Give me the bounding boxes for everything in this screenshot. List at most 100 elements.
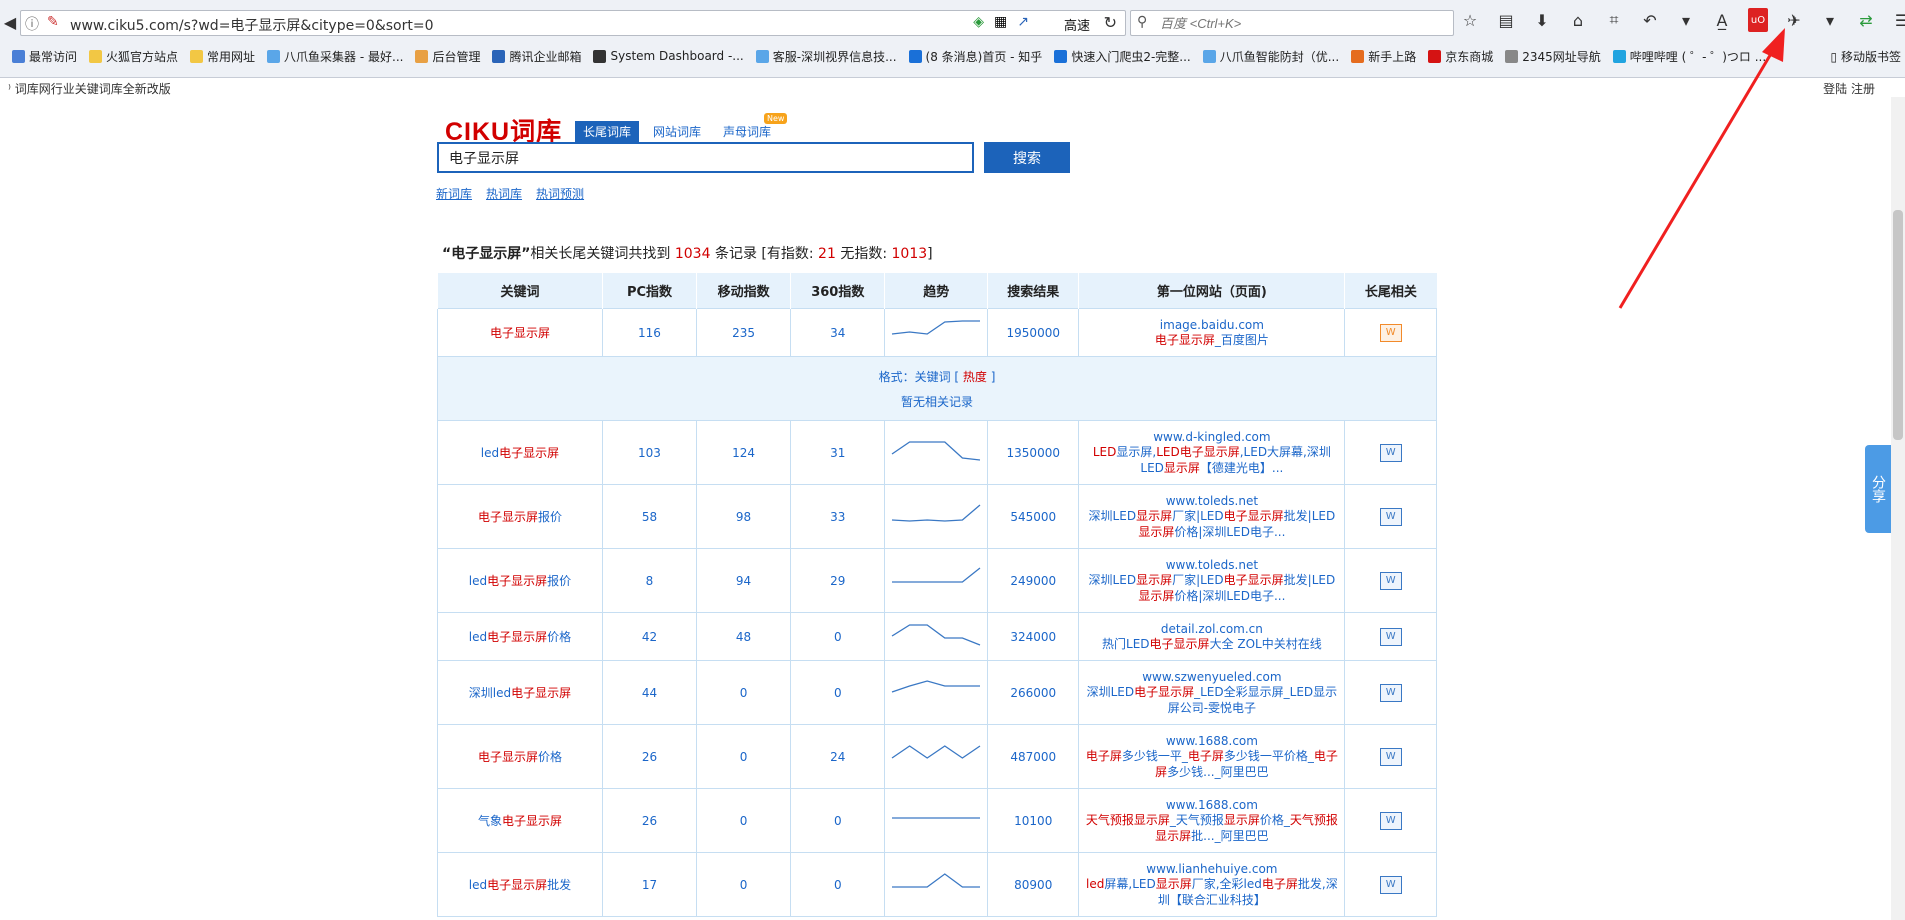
bookmark-item[interactable]: 新手上路 bbox=[1351, 48, 1416, 65]
new-badge: New bbox=[764, 113, 788, 124]
site-title-link[interactable]: 电子屏多少钱一平_电子屏多少钱一平价格_电子屏多少钱..._阿里巴巴 bbox=[1079, 748, 1344, 780]
bookmark-item[interactable]: 最常访问 bbox=[12, 48, 77, 65]
keyword-link[interactable]: led电子显示屏批发 bbox=[469, 878, 571, 892]
keyword-cell: led电子显示屏价格 bbox=[437, 612, 603, 661]
site-domain-link[interactable]: image.baidu.com bbox=[1079, 318, 1344, 332]
table-row: 气象电子显示屏 26 0 0 10100 www.1688.com 天气预报显示屏_天气预报… bbox=[437, 788, 1437, 853]
bookmark-item[interactable]: 常用网址 bbox=[190, 48, 255, 65]
keyword-link[interactable]: led电子显示屏 bbox=[481, 446, 559, 460]
ublock-icon[interactable]: uO bbox=[1748, 8, 1768, 32]
wifi-icon: ⁾ bbox=[8, 82, 11, 96]
site-title-link[interactable]: led屏幕,LED显示屏厂家,全彩led电子屏批发,深圳【联合汇业科技】 bbox=[1079, 876, 1344, 908]
url-bar[interactable]: ⓘ ✎ www.ciku5.com/s?wd=电子显示屏&citype=0&so… bbox=[20, 10, 1126, 36]
summary-text-1: 相关长尾关键词共找到 bbox=[530, 246, 671, 262]
speed-icon[interactable]: ↗ bbox=[1017, 14, 1029, 30]
text-segment: 报价 bbox=[537, 510, 562, 524]
tab-website[interactable]: 网站词库 bbox=[645, 121, 709, 143]
bookmark-item[interactable]: 快速入门爬虫2-完整... bbox=[1054, 48, 1191, 65]
site-title-link[interactable]: 电子显示屏_百度图片 bbox=[1079, 332, 1344, 348]
longtail-word-icon[interactable]: W bbox=[1379, 627, 1402, 646]
keyword-link[interactable]: 电子显示屏报价 bbox=[478, 510, 562, 524]
site-title-link[interactable]: 天气预报显示屏_天气预报显示屏价格_天气预报显示屏批..._阿里巴巴 bbox=[1079, 812, 1344, 844]
longtail-word-icon[interactable]: W bbox=[1379, 507, 1402, 526]
crop-icon[interactable]: ⌗ bbox=[1604, 8, 1624, 32]
bookmark-item[interactable]: 八爪鱼采集器 - 最好... bbox=[267, 48, 403, 65]
refresh-icon[interactable]: ↻ bbox=[1104, 13, 1117, 32]
site-domain-link[interactable]: www.toleds.net bbox=[1079, 494, 1344, 508]
scrollbar[interactable] bbox=[1891, 97, 1905, 920]
download-icon[interactable]: ⬇ bbox=[1532, 8, 1552, 32]
qrcode-icon[interactable]: ▦ bbox=[994, 14, 1007, 30]
bookmark-item[interactable]: (8 条消息)首页 - 知乎 bbox=[908, 48, 1042, 65]
back-icon[interactable]: ◀ bbox=[0, 10, 20, 34]
hot-words-link[interactable]: 热词库 bbox=[486, 185, 522, 202]
longtail-word-icon[interactable]: W bbox=[1379, 875, 1402, 894]
site-domain-link[interactable]: detail.zol.com.cn bbox=[1079, 622, 1344, 636]
bookmark-item[interactable]: 客服-深圳视界信息技... bbox=[755, 48, 897, 65]
keyword-link[interactable]: 电子显示屏价格 bbox=[478, 750, 562, 764]
undo-icon[interactable]: ↶ bbox=[1640, 8, 1660, 32]
bookmark-item[interactable]: 京东商城 bbox=[1428, 48, 1493, 65]
browser-search-input[interactable] bbox=[1158, 13, 1442, 33]
share-tab[interactable]: 分享 bbox=[1865, 445, 1891, 533]
longtail-word-icon[interactable]: W bbox=[1379, 571, 1402, 590]
shield-icon[interactable]: ◈ bbox=[973, 14, 984, 30]
longtail-word-icon[interactable]: W bbox=[1379, 811, 1402, 830]
tab-longtail[interactable]: 长尾词库 bbox=[575, 121, 640, 143]
bookmark-item[interactable]: 火狐官方站点 bbox=[89, 48, 178, 65]
login-register-link[interactable]: 登陆 注册 bbox=[1823, 80, 1875, 97]
url-text[interactable]: www.ciku5.com/s?wd=电子显示屏&citype=0&sort=0 bbox=[70, 15, 434, 35]
extension-icon[interactable]: ✈ bbox=[1784, 8, 1804, 32]
summary-text-3: 无指数: bbox=[840, 246, 888, 262]
bookmark-label: 客服-深圳视界信息技... bbox=[772, 49, 897, 64]
bookmark-item[interactable]: 哔哩哔哩 ( ゜- ゜)つロ ... bbox=[1612, 48, 1766, 65]
site-title-link[interactable]: 深圳LED电子显示屏_LED全彩显示屏_LED显示屏公司-雯悦电子 bbox=[1079, 684, 1344, 716]
reading-list-icon[interactable]: ▤ bbox=[1496, 8, 1516, 32]
site-title-link[interactable]: 深圳LED显示屏厂家|LED电子显示屏批发|LED 显示屏价格|深圳LED电子..… bbox=[1079, 508, 1344, 540]
keyword-link[interactable]: led电子显示屏报价 bbox=[469, 574, 571, 588]
star-icon[interactable]: ☆ bbox=[1460, 8, 1480, 32]
site-notice[interactable]: ⁾ 词库网行业关键词库全新改版 bbox=[8, 80, 171, 97]
search-button[interactable]: 搜索 bbox=[984, 142, 1070, 173]
site-domain-link[interactable]: www.szwenyueled.com bbox=[1079, 670, 1344, 684]
new-words-link[interactable]: 新词库 bbox=[436, 185, 472, 202]
info-icon[interactable]: ⓘ bbox=[25, 14, 39, 34]
tab-initials[interactable]: 声母词库 bbox=[715, 121, 779, 143]
site-domain-link[interactable]: www.lianhehuiye.com bbox=[1079, 862, 1344, 876]
site-title-link[interactable]: LED显示屏,LED电子显示屏,LED大屏幕,深圳LED显示屏【德建光电】... bbox=[1079, 444, 1344, 476]
longtail-word-icon[interactable]: W bbox=[1379, 747, 1402, 766]
keyword-link[interactable]: 深圳led电子显示屏 bbox=[469, 686, 571, 700]
scroll-thumb[interactable] bbox=[1893, 210, 1903, 440]
home-icon[interactable]: ⌂ bbox=[1568, 8, 1588, 32]
dropdown-icon[interactable]: ▾ bbox=[1676, 8, 1696, 32]
longtail-word-icon[interactable]: W bbox=[1379, 323, 1402, 342]
dropdown-icon-2[interactable]: ▾ bbox=[1820, 8, 1840, 32]
longtail-word-icon[interactable]: W bbox=[1379, 683, 1402, 702]
bookmark-item[interactable]: 八爪鱼智能防封（优... bbox=[1202, 48, 1339, 65]
keyword-link[interactable]: 电子显示屏 bbox=[490, 326, 550, 340]
site-title-link[interactable]: 深圳LED显示屏厂家|LED电子显示屏批发|LED 显示屏价格|深圳LED电子..… bbox=[1079, 572, 1344, 604]
speed-label[interactable]: 高速 bbox=[1064, 15, 1090, 34]
hot-prediction-link[interactable]: 热词预测 bbox=[536, 185, 584, 202]
site-domain-link[interactable]: www.toleds.net bbox=[1079, 558, 1344, 572]
header-pc-index: PC指数 bbox=[601, 273, 697, 309]
browser-search-bar[interactable]: ⚲ bbox=[1130, 10, 1454, 36]
menu-icon[interactable]: ☰ bbox=[1892, 8, 1905, 32]
keyword-link[interactable]: 气象电子显示屏 bbox=[478, 814, 562, 828]
bookmark-item[interactable]: 后台管理 bbox=[415, 48, 480, 65]
site-domain-link[interactable]: www.d-kingled.com bbox=[1079, 430, 1344, 444]
keyword-search-input[interactable] bbox=[437, 142, 974, 173]
translate-icon[interactable]: A̲ bbox=[1712, 8, 1732, 32]
bookmark-item[interactable]: System Dashboard -... bbox=[593, 49, 744, 63]
site-title-link[interactable]: 热门LED电子显示屏大全 ZOL中关村在线 bbox=[1079, 636, 1344, 652]
site-domain-link[interactable]: www.1688.com bbox=[1079, 798, 1344, 812]
longtail-word-icon[interactable]: W bbox=[1379, 443, 1402, 462]
keyword-link[interactable]: led电子显示屏价格 bbox=[469, 630, 571, 644]
bookmark-item[interactable]: 2345网址导航 bbox=[1505, 48, 1601, 65]
mobile-bookmarks[interactable]: ▯ 移动版书签 bbox=[1831, 48, 1901, 65]
site-domain-link[interactable]: www.1688.com bbox=[1079, 734, 1344, 748]
bookmark-label: System Dashboard -... bbox=[610, 49, 744, 63]
sync-icon[interactable]: ⇄ bbox=[1856, 8, 1876, 32]
text-segment: 显示屏 bbox=[1163, 460, 1200, 475]
bookmark-item[interactable]: 腾讯企业邮箱 bbox=[492, 48, 581, 65]
